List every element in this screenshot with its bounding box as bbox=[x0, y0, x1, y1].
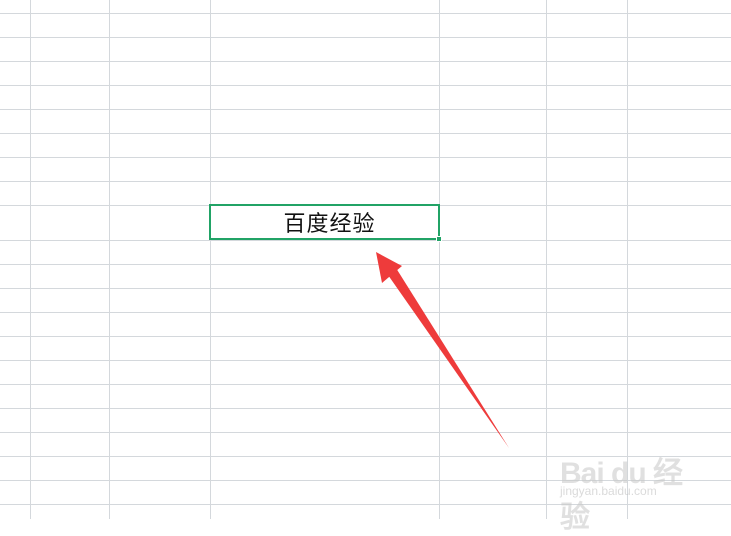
baidu-jingyan-watermark: Bai du 经验 jingyan.baidu.com bbox=[556, 438, 706, 534]
row-gridline bbox=[0, 157, 731, 158]
column-gridline bbox=[439, 0, 440, 519]
row-gridline bbox=[0, 13, 731, 14]
row-gridline bbox=[0, 109, 731, 110]
column-gridline bbox=[109, 0, 110, 519]
active-cell[interactable]: 百度经验 bbox=[209, 204, 440, 240]
fill-handle[interactable] bbox=[436, 236, 442, 242]
row-gridline bbox=[0, 61, 731, 62]
row-gridline bbox=[0, 181, 731, 182]
row-gridline bbox=[0, 408, 731, 409]
row-gridline bbox=[0, 240, 731, 241]
row-gridline bbox=[0, 133, 731, 134]
row-gridline bbox=[0, 288, 731, 289]
row-gridline bbox=[0, 85, 731, 86]
row-gridline bbox=[0, 37, 731, 38]
row-gridline bbox=[0, 264, 731, 265]
row-gridline bbox=[0, 336, 731, 337]
watermark-url: jingyan.baidu.com bbox=[560, 484, 657, 498]
row-gridline bbox=[0, 360, 731, 361]
row-gridline bbox=[0, 432, 731, 433]
row-gridline bbox=[0, 384, 731, 385]
active-cell-text: 百度经验 bbox=[283, 212, 376, 237]
column-gridline bbox=[210, 0, 211, 519]
column-gridline bbox=[546, 0, 547, 519]
column-gridline bbox=[30, 0, 31, 519]
row-gridline bbox=[0, 312, 731, 313]
